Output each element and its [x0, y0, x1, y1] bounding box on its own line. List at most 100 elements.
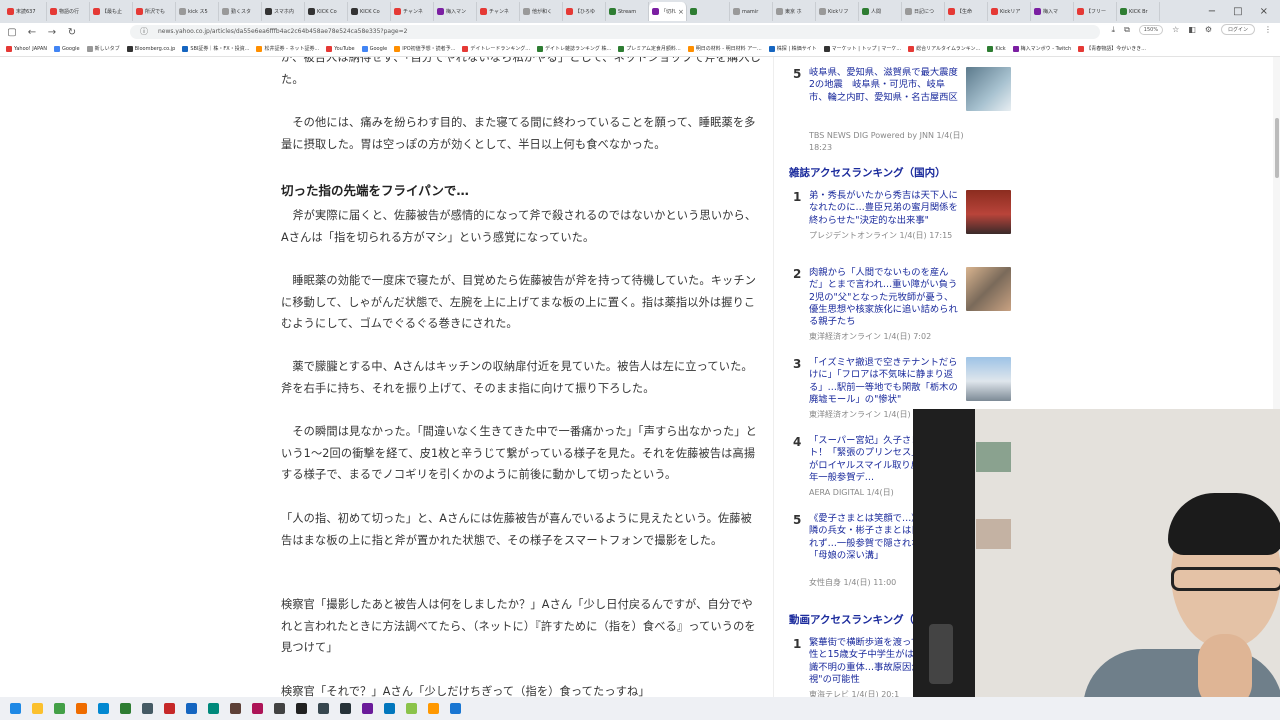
bookmark-item[interactable]: IPO初値予想・読者予... — [394, 45, 455, 52]
reload-icon[interactable]: ↻ — [64, 27, 80, 38]
record-icon[interactable] — [160, 700, 178, 718]
bookmark-item[interactable]: デイトレードランキング... — [462, 45, 530, 52]
browser-tab[interactable]: kick ス5 — [176, 2, 219, 21]
download-icon[interactable]: ⤓ — [1112, 25, 1116, 35]
browser-tab[interactable]: スマホ内 — [262, 2, 305, 21]
menu-icon[interactable]: ⋮ — [1264, 25, 1272, 34]
tab-label: Kickリア — [1000, 9, 1021, 15]
bookmark-item[interactable]: 【青春物語】今がいきき... — [1078, 45, 1146, 52]
bookmark-item[interactable]: Google — [361, 45, 387, 52]
app-icon-6[interactable] — [358, 700, 376, 718]
bookmark-item[interactable]: 株探 | 株価サイト — [768, 45, 817, 52]
browser-tab[interactable]: 「切れ × — [649, 2, 687, 21]
bookmark-star-icon[interactable]: ☆ — [1172, 25, 1179, 34]
browser-tab[interactable]: 末読637 — [4, 2, 47, 21]
profile-icon[interactable]: ⚙ — [1205, 25, 1212, 34]
browser-tab[interactable]: チャンネ — [391, 2, 434, 21]
ranking-title-link[interactable]: 岐阜県、愛知県、滋賀県で最大震度2の地震 岐阜県・可児市、岐阜市、輪之内町、愛知… — [809, 67, 959, 104]
file-explorer-icon[interactable] — [28, 700, 46, 718]
article-paragraph: その瞬間は見なかった。「間違いなく生きてきた中で一番痛かった」「声すら出なかった… — [281, 425, 757, 481]
ranking-title-link[interactable]: 弟・秀長がいたから秀吉は天下人になれたのに…豊臣兄弟の蜜月関係を終わらせた"決定… — [809, 190, 959, 227]
back-icon[interactable]: ← — [24, 27, 40, 38]
browser-tab[interactable]: 梅入マン — [434, 2, 477, 21]
ranking-title-link[interactable]: 肉親から「人間でないものを産んだ」とまで言われ…重い障がい負う2児の"父"となっ… — [809, 267, 959, 328]
bookmark-item[interactable]: 松井証券 - ネット証券... — [256, 45, 319, 52]
browser-tab[interactable]: 日記につ — [902, 2, 945, 21]
app-icon-9[interactable] — [446, 700, 464, 718]
browser-tab[interactable]: Stream — [606, 2, 649, 21]
bookmark-item[interactable]: 梅入マンボウ - Twitch — [1012, 45, 1071, 52]
forward-icon[interactable]: → — [44, 27, 60, 38]
windows-start-icon[interactable] — [6, 700, 24, 718]
browser-tab[interactable]: 【フリー — [1074, 2, 1117, 21]
article-thumbnail[interactable] — [966, 357, 1011, 401]
site-info-icon[interactable]: ⓘ — [140, 25, 148, 39]
app-icon-1[interactable] — [182, 700, 200, 718]
bookmark-item[interactable]: マーケット | トップ | マーケ... — [823, 45, 901, 52]
close-icon[interactable]: × — [1260, 6, 1268, 17]
browser-tab[interactable]: 東京 ホ — [773, 2, 816, 21]
app-icon-8[interactable] — [424, 700, 442, 718]
zoom-indicator[interactable]: 150% — [1138, 24, 1164, 35]
browser-tab[interactable]: KICK Co — [305, 2, 348, 21]
tab-close-icon[interactable]: × — [678, 8, 684, 16]
browser-tab[interactable]: 他が和く — [520, 2, 563, 21]
browser-tab[interactable]: Kickリア — [988, 2, 1031, 21]
app-icon-2[interactable] — [204, 700, 222, 718]
browser-tab[interactable]: 人間 — [859, 2, 902, 21]
browser-tab[interactable]: 所沢でも — [133, 2, 176, 21]
login-button[interactable]: ログイン — [1220, 24, 1255, 35]
maximize-icon[interactable]: □ — [1233, 6, 1242, 17]
extensions-icon[interactable]: ◧ — [1188, 25, 1196, 34]
mail-icon[interactable] — [138, 700, 156, 718]
tab-label: チャンネ — [489, 9, 509, 15]
scrollbar-thumb[interactable] — [1275, 118, 1279, 178]
article-thumbnail[interactable] — [966, 267, 1011, 311]
bookmark-item[interactable]: プレミアム定食月額料... — [618, 45, 681, 52]
app-icon-5[interactable] — [292, 700, 310, 718]
bookmark-item[interactable]: 明日の材料 - 明日材料 アー... — [687, 45, 762, 52]
browser-tab[interactable]: 【生命 — [945, 2, 988, 21]
webcam-poster — [976, 519, 1011, 549]
bookmark-item[interactable]: Kick — [987, 45, 1006, 52]
browser-tab[interactable]: KICK Co — [348, 2, 391, 21]
browser-tab[interactable]: 【ひろゆ — [563, 2, 606, 21]
browser-tab[interactable]: 【最も止 — [90, 2, 133, 21]
bookmark-item[interactable]: Google — [53, 45, 80, 52]
firefox-icon[interactable] — [72, 700, 90, 718]
terminal-icon[interactable] — [270, 700, 288, 718]
earthquake-map-thumbnail[interactable] — [966, 67, 1011, 111]
bookmark-item[interactable]: YouTube — [326, 45, 355, 52]
browser-tab[interactable]: 梅入マ — [1031, 2, 1074, 21]
app-icon-3[interactable] — [226, 700, 244, 718]
translate-icon[interactable]: ⧉ — [1124, 25, 1130, 35]
browser-tab[interactable]: KICK Br — [1117, 2, 1160, 21]
browser-tab[interactable] — [687, 2, 730, 21]
browser-tab[interactable]: Kickリフ — [816, 2, 859, 21]
chrome-icon[interactable] — [50, 700, 68, 718]
article-thumbnail[interactable] — [966, 190, 1011, 234]
edge-icon[interactable] — [94, 700, 112, 718]
excel-icon[interactable] — [116, 700, 134, 718]
url-bar[interactable]: ⓘ news.yahoo.co.jp/articles/da55e6ea6fff… — [130, 25, 1100, 39]
bookmark-item[interactable]: 総合リアルタイムランキン... — [908, 45, 980, 52]
ranking-title-link[interactable]: 「イズミヤ撤退で空きテナントだらけに」「フロアは不気味に静まり返る」…駅前一等地… — [809, 357, 959, 406]
steam-icon[interactable] — [336, 700, 354, 718]
browser-tab[interactable]: 物語の行 — [47, 2, 90, 21]
browser-tab[interactable]: チャンネ — [477, 2, 520, 21]
bookmark-item[interactable]: 新しいタブ — [86, 45, 120, 52]
vegas-icon[interactable] — [402, 700, 420, 718]
bookmark-item[interactable]: SBI証券｜株・FX・投資... — [182, 45, 249, 52]
app-icon-4[interactable] — [248, 700, 266, 718]
browser-tab[interactable]: 勤くスタ — [219, 2, 262, 21]
bookmark-item[interactable]: Bloomberg.co.jp — [126, 45, 175, 52]
minimize-icon[interactable]: − — [1208, 6, 1216, 17]
bookmark-item[interactable]: Yahoo! JAPAN — [6, 45, 47, 52]
bookmark-item[interactable]: デイトレ雑誌ランキング 株... — [537, 45, 611, 52]
browser-tab[interactable]: mamir — [730, 2, 773, 21]
sidebar-toggle-icon[interactable]: ▢ — [4, 27, 20, 38]
app-icon-7[interactable] — [380, 700, 398, 718]
magazine-ranking-heading[interactable]: 雑誌アクセスランキング（国内） — [789, 165, 946, 180]
obs-icon[interactable] — [314, 700, 332, 718]
vegas-icon-glyph — [405, 703, 417, 714]
